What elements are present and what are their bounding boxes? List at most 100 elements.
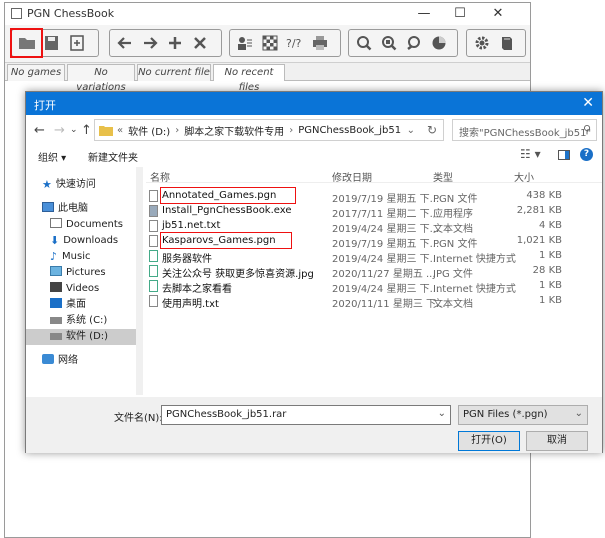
search-next-icon: [406, 36, 420, 50]
dialog-close-button[interactable]: ✕: [582, 95, 594, 111]
search-next-button[interactable]: [401, 32, 426, 54]
back-button[interactable]: [112, 32, 137, 54]
star-icon: ★: [42, 178, 52, 191]
settings-button[interactable]: [469, 32, 494, 54]
drive-icon: [50, 333, 62, 340]
refresh-icon[interactable]: ↻: [427, 123, 437, 137]
tab-current-file[interactable]: No current file: [137, 64, 211, 81]
dropdown-chevron-icon[interactable]: ⌄: [407, 125, 415, 136]
file-size: 28 KB: [532, 265, 562, 276]
add-button[interactable]: [162, 32, 187, 54]
search-group: [348, 29, 458, 57]
breadcrumb-overflow[interactable]: «: [117, 125, 123, 136]
file-date: 2017/7/11 星期二 下...: [332, 209, 440, 220]
magnifier-icon: [356, 36, 371, 51]
sidebar-label: Pictures: [66, 267, 106, 278]
file-size: 1 KB: [539, 295, 562, 306]
search-button[interactable]: [351, 32, 376, 54]
sidebar-label: Documents: [66, 219, 124, 230]
close-button[interactable]: ✕: [483, 6, 513, 22]
breadcrumb-drive[interactable]: 软件 (D:): [128, 123, 170, 138]
file-type: Internet 快捷方式: [433, 284, 516, 295]
filetype-select[interactable]: PGN Files (*.pgn) ⌄: [458, 405, 588, 425]
sidebar-item-drive-c[interactable]: 系统 (C:): [26, 313, 136, 329]
plus-icon: [168, 37, 181, 49]
file-name: 去脚本之家看看: [162, 284, 232, 295]
organize-button[interactable]: 组织 ▾: [38, 149, 66, 164]
sidebar-item-drive-d[interactable]: 软件 (D:): [26, 329, 136, 345]
back-arrow-icon[interactable]: ←: [34, 123, 45, 138]
chart-button[interactable]: [426, 32, 451, 54]
help-icon[interactable]: ?: [580, 148, 593, 161]
breadcrumb-folder[interactable]: 脚本之家下载软件专用: [184, 123, 284, 138]
dialog-title: 打开: [34, 99, 56, 112]
preview-pane-icon[interactable]: [558, 150, 570, 160]
sidebar-scrollbar[interactable]: [136, 167, 143, 395]
column-type-header[interactable]: 类型: [433, 169, 453, 184]
forward-arrow-icon[interactable]: →: [54, 123, 65, 138]
file-icon: [149, 190, 158, 202]
tab-variations[interactable]: No variations: [67, 64, 135, 93]
annotation-button[interactable]: ?/?: [282, 32, 307, 54]
sidebar-item-music[interactable]: ♪ Music: [26, 249, 136, 265]
sidebar-label: 桌面: [66, 299, 86, 310]
minimize-button[interactable]: —: [409, 6, 439, 22]
image-file-icon: [149, 265, 158, 277]
address-bar: ← → ⌄ ↑ « 软件 (D:) › 脚本之家下载软件专用 › PGNChes…: [26, 115, 602, 145]
board-button[interactable]: [257, 32, 282, 54]
players-button[interactable]: [232, 32, 257, 54]
view-options-icon[interactable]: ☷ ▾: [520, 147, 541, 161]
sidebar-item-videos[interactable]: Videos: [26, 281, 136, 297]
filename-input[interactable]: PGNChessBook_jb51.rar ⌄: [161, 405, 451, 425]
up-arrow-icon[interactable]: ↑: [81, 123, 92, 138]
breadcrumb[interactable]: « 软件 (D:) › 脚本之家下载软件专用 › PGNChessBook_jb…: [94, 119, 444, 141]
tab-recent-files[interactable]: No recent files: [213, 64, 285, 93]
new-file-button[interactable]: [64, 32, 89, 54]
new-folder-button[interactable]: 新建文件夹: [88, 149, 138, 164]
cancel-button[interactable]: 取消: [526, 431, 588, 451]
sidebar-item-this-pc[interactable]: 此电脑: [26, 201, 136, 217]
tab-games[interactable]: No games: [7, 64, 65, 81]
file-row[interactable]: 关注公众号 获取更多惊喜资源.jpg 2020/11/27 星期五 ... JPG …: [146, 264, 586, 280]
file-size: 1,021 KB: [516, 235, 562, 246]
file-date: 2019/4/24 星期三 下...: [332, 284, 440, 295]
file-row[interactable]: 服务器软件 2019/4/24 星期三 下... Internet 快捷方式 1 KB: [146, 249, 586, 265]
search-input[interactable]: 搜索"PGNChessBook_jb51" ⚲: [452, 119, 597, 141]
open-folder-button[interactable]: [10, 28, 43, 58]
column-date-header[interactable]: 修改日期: [332, 169, 372, 184]
sidebar-item-pictures[interactable]: Pictures: [26, 265, 136, 281]
book-button[interactable]: [494, 32, 519, 54]
column-name-header[interactable]: 名称: [150, 169, 170, 184]
printer-icon: [312, 36, 327, 50]
search-board-button[interactable]: [376, 32, 401, 54]
open-button[interactable]: 打开(O): [458, 431, 520, 451]
file-type: 应用程序: [433, 209, 473, 220]
maximize-button[interactable]: ☐: [445, 6, 475, 22]
file-row[interactable]: 去脚本之家看看 2019/4/24 星期三 下... Internet 快捷方式 1 …: [146, 279, 586, 295]
breadcrumb-current[interactable]: PGNChessBook_jb51: [298, 125, 401, 136]
sidebar-item-downloads[interactable]: ⬇ Downloads: [26, 233, 136, 249]
file-list: 名称 修改日期 类型 大小 Annotated_Games.pgn 2019/7/…: [146, 167, 602, 395]
print-button[interactable]: [307, 32, 332, 54]
forward-button[interactable]: [137, 32, 162, 54]
file-date: 2020/11/27 星期五 ...: [332, 269, 436, 280]
sidebar-item-network[interactable]: 网络: [26, 353, 136, 369]
exe-icon: [149, 205, 158, 217]
file-name: 关注公众号 获取更多惊喜资源.jpg: [162, 269, 314, 280]
delete-button[interactable]: [187, 32, 212, 54]
file-row[interactable]: 使用声明.txt 2020/11/11 星期三 下... 文本文档 1 KB: [146, 294, 586, 310]
sidebar-item-quick-access[interactable]: ★ 快速访问: [26, 177, 136, 193]
file-name: 使用声明.txt: [162, 299, 219, 310]
file-type: JPG 文件: [433, 269, 473, 280]
file-row[interactable]: Install_PgnChessBook.exe 2017/7/11 星期二 下.…: [146, 204, 586, 220]
sidebar-item-desktop[interactable]: 桌面: [26, 297, 136, 313]
column-size-header[interactable]: 大小: [514, 169, 534, 184]
dialog-footer: 文件名(N): PGNChessBook_jb51.rar ⌄ PGN File…: [26, 397, 602, 453]
recent-chevron-icon[interactable]: ⌄: [70, 125, 78, 135]
arrow-right-icon: [143, 37, 158, 49]
pie-chart-icon: [432, 36, 445, 50]
sidebar-item-documents[interactable]: Documents: [26, 217, 136, 233]
folder-icon: [99, 125, 113, 136]
file-date: 2020/11/11 星期三 下...: [332, 299, 446, 310]
save-button[interactable]: [39, 32, 64, 54]
